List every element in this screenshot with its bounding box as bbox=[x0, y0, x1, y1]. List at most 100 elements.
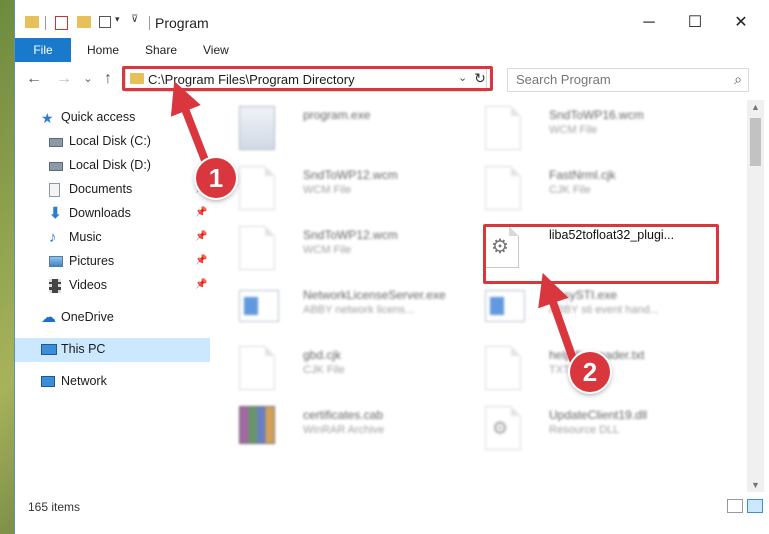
explorer-window: ▾ ⊽ Program ─ ☐ ✕ File Home Share View ⌄… bbox=[15, 0, 769, 534]
chevron-down-icon[interactable]: ▾ bbox=[115, 14, 120, 25]
document-icon bbox=[485, 106, 521, 150]
pin-icon[interactable]: 📌 bbox=[195, 279, 207, 290]
properties-icon[interactable] bbox=[55, 16, 68, 30]
file-type: WCM File bbox=[549, 124, 598, 136]
document-icon bbox=[239, 226, 275, 270]
videos-icon bbox=[49, 279, 61, 293]
sidebar-item-label: Network bbox=[61, 374, 107, 388]
cloud-icon: ☁ bbox=[41, 309, 56, 326]
file-name: program.exe bbox=[303, 108, 371, 122]
navigation-bar: ← → ⌄ ↑ C:\Program Files\Program Directo… bbox=[15, 62, 769, 98]
file-type: ABBY network licens... bbox=[303, 304, 415, 316]
sidebar-item-quick-access[interactable]: ★ Quick access bbox=[15, 106, 210, 130]
exe-icon bbox=[239, 106, 275, 150]
file-name: EasySTI.exe bbox=[549, 288, 618, 302]
search-icon[interactable]: ⌕ bbox=[734, 71, 742, 88]
file-name: SndToWP16.wcm bbox=[549, 108, 644, 122]
file-item[interactable]: FastNrml.cjk CJK File bbox=[469, 160, 699, 216]
file-name: FastNrml.cjk bbox=[549, 168, 616, 182]
sidebar-item-pictures[interactable]: Pictures 📌 bbox=[15, 250, 210, 274]
scroll-down-arrow[interactable]: ▼ bbox=[747, 480, 764, 490]
details-view-button[interactable] bbox=[727, 499, 743, 513]
maximize-button[interactable]: ☐ bbox=[675, 10, 715, 36]
rar-icon bbox=[239, 406, 275, 444]
file-type: CJK File bbox=[303, 364, 345, 376]
vertical-scrollbar[interactable]: ▲ ▼ bbox=[747, 100, 764, 492]
sidebar-item-label: Local Disk (C:) bbox=[69, 134, 151, 148]
sidebar-item-downloads[interactable]: ⬇ Downloads 📌 bbox=[15, 202, 210, 226]
scroll-thumb[interactable] bbox=[750, 118, 761, 166]
sidebar-item-videos[interactable]: Videos 📌 bbox=[15, 274, 210, 298]
title-separator bbox=[149, 16, 150, 30]
pictures-icon bbox=[49, 256, 63, 267]
customize-icon[interactable] bbox=[99, 16, 111, 28]
download-icon: ⬇ bbox=[49, 205, 62, 222]
document-icon bbox=[239, 166, 275, 210]
dll-gear-icon: ⚙ bbox=[485, 406, 521, 450]
tab-view[interactable]: View bbox=[193, 38, 239, 62]
sidebar-item-label: OneDrive bbox=[61, 310, 114, 324]
file-highlight-box bbox=[483, 224, 719, 284]
file-item[interactable]: SndToWP16.wcm WCM File bbox=[469, 100, 699, 156]
folder-icon bbox=[25, 16, 39, 28]
file-name: NetworkLicenseServer.exe bbox=[303, 288, 446, 302]
tab-home[interactable]: Home bbox=[77, 38, 129, 62]
file-list: program.exe SndToWP16.wcm WCM File SndTo… bbox=[213, 100, 747, 490]
file-item[interactable]: NetworkLicenseServer.exe ABBY network li… bbox=[223, 280, 453, 336]
new-folder-icon[interactable] bbox=[77, 16, 91, 28]
pin-icon[interactable]: 📌 bbox=[195, 207, 207, 218]
document-icon bbox=[239, 346, 275, 390]
up-button[interactable]: ↑ bbox=[99, 70, 117, 88]
drive-icon bbox=[49, 162, 63, 171]
status-bar: 165 items bbox=[15, 496, 769, 518]
file-type: Resource DLL bbox=[549, 424, 620, 436]
sidebar-item-label: Quick access bbox=[61, 110, 136, 124]
search-placeholder: Search Program bbox=[516, 72, 611, 87]
file-item[interactable]: gbd.cjk CJK File bbox=[223, 340, 453, 396]
pin-icon[interactable]: 📌 bbox=[195, 255, 207, 266]
sidebar-item-documents[interactable]: Documents 📌 bbox=[15, 178, 210, 202]
navigation-pane: ★ Quick access Local Disk (C:) Local Dis… bbox=[15, 100, 210, 490]
search-input[interactable]: Search Program ⌕ bbox=[507, 68, 749, 92]
file-item[interactable]: SndToWP12.wcm WCM File bbox=[223, 220, 453, 276]
address-highlight-box bbox=[122, 66, 493, 91]
quick-access-separator bbox=[45, 16, 46, 30]
drive-icon bbox=[49, 138, 63, 147]
file-item[interactable]: EasySTI.exe ABBY sti event hand... bbox=[469, 280, 699, 336]
sidebar-item-local-disk-d[interactable]: Local Disk (D:) bbox=[15, 154, 210, 178]
sidebar-item-onedrive[interactable]: ☁ OneDrive bbox=[15, 306, 210, 330]
tab-file[interactable]: File bbox=[15, 38, 71, 62]
sidebar-item-music[interactable]: ♪ Music 📌 bbox=[15, 226, 210, 250]
minimize-button[interactable]: ─ bbox=[629, 10, 669, 36]
back-button[interactable]: ← bbox=[25, 70, 43, 88]
recent-locations-button[interactable]: ⌄ bbox=[79, 70, 97, 88]
sidebar-item-this-pc[interactable]: This PC bbox=[15, 338, 210, 362]
file-name: gbd.cjk bbox=[303, 348, 342, 362]
documents-icon bbox=[49, 183, 60, 197]
file-type: CJK File bbox=[549, 184, 591, 196]
file-item[interactable]: SndToWP12.wcm WCM File bbox=[223, 160, 453, 216]
file-item[interactable]: certificates.cab WinRAR Archive bbox=[223, 400, 453, 456]
tab-share[interactable]: Share bbox=[135, 38, 187, 62]
quick-access-dropdown-icon[interactable]: ⊽ bbox=[131, 14, 138, 25]
step-2-badge: 2 bbox=[570, 352, 610, 392]
large-icons-view-button[interactable] bbox=[747, 499, 763, 513]
pin-icon[interactable]: 📌 bbox=[195, 231, 207, 242]
item-count: 165 items bbox=[28, 500, 81, 514]
sidebar-item-label: Documents bbox=[69, 182, 133, 196]
sidebar-item-local-disk-c[interactable]: Local Disk (C:) bbox=[15, 130, 210, 154]
file-type: WCM File bbox=[303, 184, 352, 196]
close-button[interactable]: ✕ bbox=[721, 10, 761, 36]
network-icon bbox=[41, 376, 55, 387]
app-icon bbox=[239, 290, 279, 322]
scroll-up-arrow[interactable]: ▲ bbox=[747, 102, 764, 112]
file-item[interactable]: ⚙ UpdateClient19.dll Resource DLL bbox=[469, 400, 699, 456]
step-1-badge: 1 bbox=[196, 158, 236, 198]
forward-button[interactable]: → bbox=[55, 70, 73, 88]
ribbon-tabs: File Home Share View ⌄ ? bbox=[15, 38, 769, 96]
sidebar-item-network[interactable]: Network bbox=[15, 370, 210, 394]
file-item[interactable]: program.exe bbox=[223, 100, 453, 156]
computer-icon bbox=[41, 344, 57, 355]
file-name: SndToWP12.wcm bbox=[303, 168, 398, 182]
file-name: UpdateClient19.dll bbox=[549, 408, 648, 422]
